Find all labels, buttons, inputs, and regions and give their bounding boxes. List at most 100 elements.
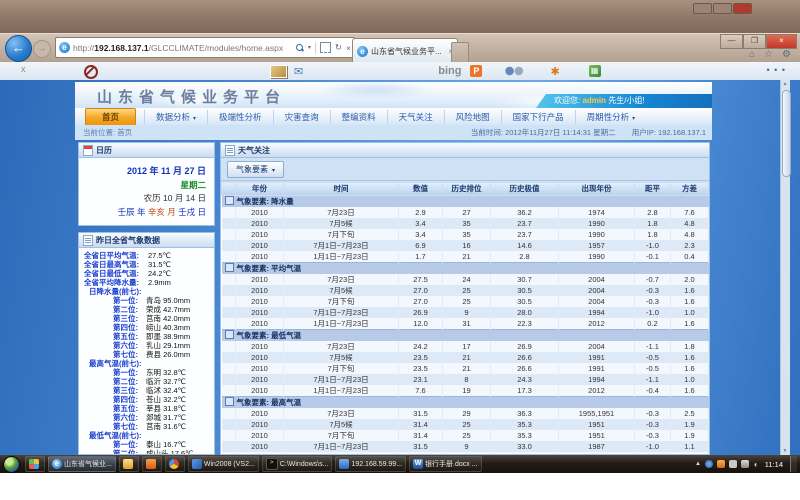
scroll-up-icon[interactable]: ▲ <box>781 81 789 87</box>
nav-item[interactable]: 灾害查询 <box>273 110 330 124</box>
mail-icon[interactable]: ✉ <box>294 65 303 78</box>
table-cell: 8 <box>443 374 491 385</box>
background-window-strip <box>0 0 800 33</box>
pdf-icon[interactable]: P <box>470 65 482 77</box>
taskbar-clock[interactable]: 11:14 <box>765 460 783 469</box>
tray-orange-icon[interactable] <box>717 460 725 468</box>
taskbar-item[interactable] <box>119 456 139 472</box>
url-text[interactable]: http://192.168.137.1/GLCCLIMATE/modules/… <box>73 43 292 53</box>
compatibility-view-icon[interactable] <box>320 42 331 53</box>
taskbar-item[interactable]: 192.168.59.99... <box>335 456 406 472</box>
scrollbar-thumb[interactable] <box>782 90 791 177</box>
column-header[interactable]: 方差 <box>671 182 709 196</box>
stop-icon[interactable]: × <box>346 43 351 53</box>
table-cell: 24.3 <box>491 374 559 385</box>
folder-icon <box>123 459 133 469</box>
expand-icon[interactable] <box>225 397 234 406</box>
taskbar-item[interactable]: e山东省气候业... <box>48 456 116 472</box>
toolbar-close-label[interactable]: x <box>21 64 26 74</box>
remote-icon <box>339 459 349 469</box>
nav-item[interactable]: 首页 <box>85 108 136 126</box>
column-header[interactable]: 出现年份 <box>559 182 635 196</box>
table-cell: 1994 <box>559 307 635 318</box>
group-header-row[interactable]: 气象要素: 平均气温 <box>222 263 709 275</box>
table-row: 20107月5候3.43523.719901.84.8 <box>222 218 709 229</box>
taskbar-item[interactable]: W银行手册.docx ... <box>409 456 482 472</box>
new-tab-button[interactable] <box>451 42 469 62</box>
bg-minimize-icon[interactable] <box>693 3 712 14</box>
taskbar-item-label: Win2008 (VS2... <box>204 461 255 468</box>
bg-maximize-icon[interactable] <box>713 3 732 14</box>
welcome-ribbon: 欢迎您: admin 先生/小姐! <box>536 94 712 108</box>
search-icon[interactable] <box>296 44 304 52</box>
refresh-icon[interactable]: ↻ <box>335 42 342 53</box>
camera-icon[interactable] <box>503 65 525 77</box>
tray-expand-icon[interactable]: ▲ <box>695 461 701 467</box>
taskbar-item[interactable] <box>25 456 45 472</box>
network-icon[interactable] <box>741 460 749 468</box>
background-window-controls[interactable] <box>693 3 752 14</box>
window-controls[interactable]: — ❐ × <box>720 34 797 49</box>
taskbar-item[interactable] <box>165 456 185 472</box>
volume-icon[interactable]: ◖ <box>753 460 758 469</box>
table-cell: 2010 <box>236 307 284 318</box>
expand-icon[interactable] <box>225 330 234 339</box>
blocked-icon[interactable] <box>84 65 98 79</box>
minimize-icon[interactable]: — <box>720 34 743 49</box>
group-header-row[interactable]: 气象要素: 降水量 <box>222 196 709 208</box>
vertical-scrollbar[interactable]: ▲ ▼ <box>780 80 790 455</box>
home-icon[interactable]: ⌂ <box>749 49 755 60</box>
column-header[interactable]: 年份 <box>236 182 284 196</box>
nav-item[interactable]: 风险地图 <box>444 110 501 124</box>
stat-value: 郯城 31.7℃ <box>146 413 186 422</box>
system-tray: ▲ ◖ 11:14 <box>695 456 800 472</box>
puzzle-icon[interactable]: ▦ <box>589 65 601 77</box>
nav-item[interactable]: 数据分析▾ <box>144 110 207 124</box>
back-button[interactable]: ← <box>5 35 32 62</box>
table-cell: 26.9 <box>399 307 443 318</box>
table-cell: 1.0 <box>671 374 709 385</box>
taskbar-item[interactable]: Win2008 (VS2... <box>188 456 259 472</box>
expand-icon[interactable] <box>225 263 234 272</box>
table-cell: 2010 <box>236 218 284 229</box>
bg-close-icon[interactable] <box>733 3 752 14</box>
nav-item[interactable]: 整编资料 <box>330 110 387 124</box>
nav-item[interactable]: 天气关注 <box>387 110 444 124</box>
nav-item[interactable]: 周期性分析▾ <box>575 110 647 124</box>
column-header[interactable]: 历史极值 <box>491 182 559 196</box>
table-cell: 25 <box>443 430 491 441</box>
search-dropdown-icon[interactable]: ▾ <box>308 44 311 51</box>
column-header[interactable]: 数值 <box>399 182 443 196</box>
nav-item[interactable]: 极端性分析 <box>207 110 273 124</box>
address-bar[interactable]: e http://192.168.137.1/GLCCLIMATE/module… <box>55 37 355 58</box>
settings-gear-icon[interactable]: ⚙ <box>782 49 791 60</box>
expand-icon[interactable] <box>225 196 234 205</box>
paw-icon[interactable]: ✱ <box>550 65 559 78</box>
more-icon[interactable]: • • • <box>767 65 786 75</box>
close-icon[interactable]: × <box>766 34 797 49</box>
bing-logo[interactable]: bing <box>438 65 461 77</box>
element-filter-button[interactable]: 气象要素▾ <box>227 161 284 178</box>
table-row: 20107月下旬3.43523.719901.84.8 <box>222 229 709 240</box>
group-header-row[interactable]: 气象要素: 最高气温 <box>222 397 709 409</box>
start-button[interactable] <box>3 456 20 473</box>
table-cell: 1.7 <box>399 251 443 263</box>
column-header[interactable]: 历史排位 <box>443 182 491 196</box>
scroll-down-icon[interactable]: ▼ <box>781 448 789 454</box>
calendar-weekday: 星期二 <box>79 179 206 193</box>
forward-button[interactable]: → <box>33 40 51 58</box>
photos-icon[interactable] <box>270 65 287 78</box>
tray-app-icon[interactable] <box>705 460 713 468</box>
flag-icon[interactable] <box>729 460 737 468</box>
group-header-row[interactable]: 气象要素: 最低气温 <box>222 330 709 342</box>
column-header[interactable]: 距平 <box>635 182 671 196</box>
browser-tab[interactable]: e 山东省气候业务平... × <box>352 38 458 63</box>
table-cell: 2010 <box>236 229 284 240</box>
maximize-icon[interactable]: ❐ <box>743 34 766 49</box>
favorites-star-icon[interactable]: ☆ <box>764 49 773 60</box>
column-header[interactable]: 时间 <box>284 182 399 196</box>
taskbar-item[interactable] <box>142 456 162 472</box>
taskbar-item[interactable]: >C:\Windows\s... <box>262 456 333 472</box>
nav-item[interactable]: 国家下行产品 <box>501 110 575 124</box>
show-desktop-button[interactable] <box>790 456 797 472</box>
